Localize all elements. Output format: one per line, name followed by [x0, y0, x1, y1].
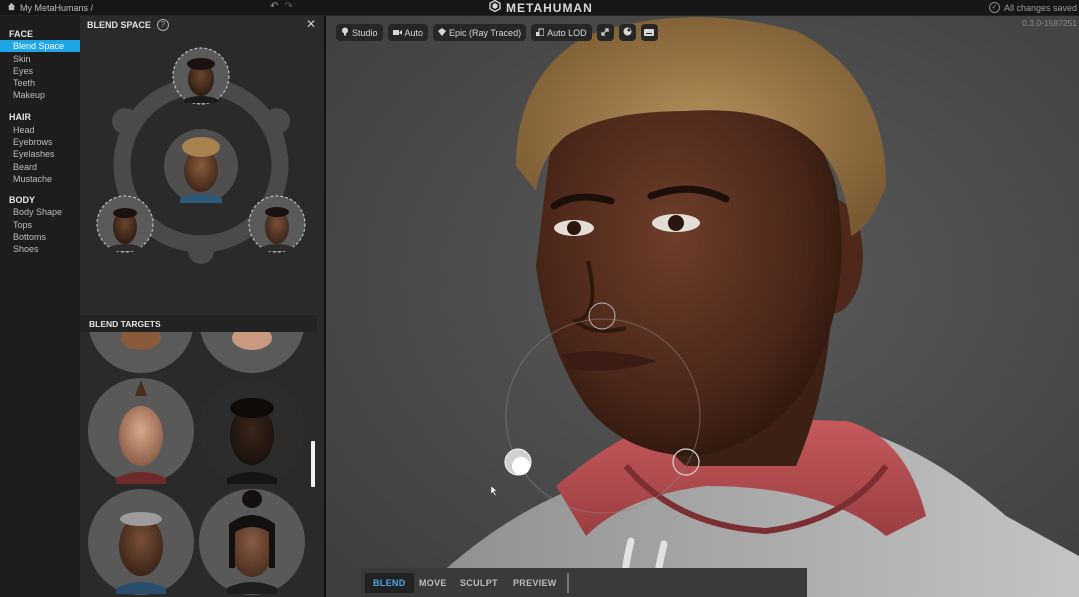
blend-target-right[interactable] — [248, 195, 306, 253]
keyboard-button[interactable] — [640, 24, 658, 41]
render-icon — [438, 27, 447, 38]
sphere-button[interactable] — [618, 24, 636, 41]
targets-scrollbar[interactable] — [311, 441, 315, 487]
save-status: ✓ All changes saved — [988, 2, 1077, 13]
home-icon[interactable] — [7, 2, 16, 13]
blend-target-left[interactable] — [96, 195, 154, 253]
blend-space-panel: BLEND SPACE ? ✕ BLEND TARGETS — [80, 16, 326, 597]
undo-redo-group: ↶ ↷ — [270, 1, 293, 12]
blend-target-thumb[interactable] — [88, 489, 194, 595]
nav-item-mustache[interactable]: Mustache — [0, 173, 80, 185]
nav-item-head[interactable]: Head — [0, 124, 80, 136]
blend-targets-grid[interactable] — [80, 332, 324, 597]
panel-title: BLEND SPACE — [87, 19, 151, 30]
blend-target-top[interactable] — [172, 47, 230, 105]
empty-slot[interactable] — [264, 108, 290, 134]
camera-icon — [392, 28, 402, 38]
lod-button[interactable]: Auto LOD — [531, 24, 592, 41]
panel-header: BLEND SPACE ? ✕ — [80, 16, 324, 33]
version-label: 0.3.0-1587251 — [1022, 18, 1077, 28]
lighting-button[interactable]: Studio — [336, 24, 383, 41]
lod-label: Auto LOD — [547, 27, 587, 38]
nav-item-beard[interactable]: Beard — [0, 161, 80, 173]
render-quality-button[interactable]: Epic (Ray Traced) — [433, 24, 527, 41]
tab-preview[interactable]: PREVIEW — [505, 573, 565, 593]
nav-item-eyelashes[interactable]: Eyelashes — [0, 148, 80, 160]
app-name: METAHUMAN — [506, 0, 593, 15]
save-status-label: All changes saved — [1003, 2, 1077, 13]
undo-icon[interactable]: ↶ — [270, 1, 278, 12]
mode-divider — [567, 573, 569, 593]
tab-move[interactable]: MOVE — [411, 573, 455, 593]
sphere-icon — [623, 27, 632, 38]
transform-button[interactable] — [596, 24, 614, 41]
camera-label: Auto — [404, 27, 424, 38]
nav-section-body: BODY — [9, 195, 36, 205]
light-icon — [341, 27, 349, 38]
app-logo: METAHUMAN — [489, 0, 593, 15]
gizmo-active-dot[interactable] — [512, 457, 530, 475]
transform-icon — [601, 27, 609, 38]
blend-targets-header: BLEND TARGETS — [80, 315, 317, 332]
blend-targets-title: BLEND TARGETS — [89, 319, 161, 329]
blend-result-portrait — [164, 129, 238, 203]
blend-target-thumb[interactable] — [88, 332, 194, 373]
metahuman-logo-icon — [489, 0, 501, 15]
camera-button[interactable]: Auto — [387, 24, 429, 41]
nav-item-shoes[interactable]: Shoes — [0, 243, 80, 255]
check-circle-icon: ✓ — [988, 2, 1000, 13]
close-icon[interactable]: ✕ — [306, 17, 316, 31]
blend-target-thumb[interactable] — [199, 332, 305, 373]
tab-blend[interactable]: BLEND — [365, 573, 414, 593]
3d-viewport[interactable]: Studio Auto Epic (Ray Traced) Auto LOD 0… — [326, 16, 1079, 597]
nav-item-tops[interactable]: Tops — [0, 219, 80, 231]
left-nav: FACE Blend Space Skin Eyes Teeth Makeup … — [0, 16, 80, 597]
mode-bar: BLEND MOVE SCULPT PREVIEW — [361, 568, 807, 597]
empty-slot[interactable] — [112, 108, 138, 134]
keyboard-icon — [644, 28, 655, 38]
nav-item-blend-space[interactable]: Blend Space — [0, 40, 80, 52]
breadcrumb[interactable]: My MetaHumans / — [7, 2, 93, 13]
top-bar: My MetaHumans / ↶ ↷ METAHUMAN ✓ All chan… — [0, 0, 1079, 16]
nav-item-eyebrows[interactable]: Eyebrows — [0, 136, 80, 148]
empty-slot[interactable] — [188, 238, 214, 264]
blend-target-thumb[interactable] — [199, 378, 305, 484]
nav-item-body-shape[interactable]: Body Shape — [0, 206, 80, 218]
tab-sculpt[interactable]: SCULPT — [452, 573, 506, 593]
blend-target-thumb[interactable] — [88, 378, 194, 484]
lod-icon — [536, 28, 545, 38]
blend-target-thumb[interactable] — [199, 489, 305, 595]
nav-item-bottoms[interactable]: Bottoms — [0, 231, 80, 243]
nav-section-face: FACE — [9, 29, 34, 39]
nav-item-teeth[interactable]: Teeth — [0, 77, 80, 89]
breadcrumb-label[interactable]: My MetaHumans / — [20, 3, 93, 13]
help-icon[interactable]: ? — [156, 18, 169, 31]
blend-wheel[interactable] — [80, 33, 324, 303]
nav-item-skin[interactable]: Skin — [0, 53, 80, 65]
lighting-label: Studio — [352, 27, 378, 38]
nav-section-hair: HAIR — [9, 112, 31, 122]
nav-item-eyes[interactable]: Eyes — [0, 65, 80, 77]
redo-icon[interactable]: ↷ — [284, 1, 292, 12]
nav-item-makeup[interactable]: Makeup — [0, 89, 80, 101]
render-label: Epic (Ray Traced) — [449, 27, 522, 38]
viewport-toolbar: Studio Auto Epic (Ray Traced) Auto LOD — [336, 24, 658, 41]
